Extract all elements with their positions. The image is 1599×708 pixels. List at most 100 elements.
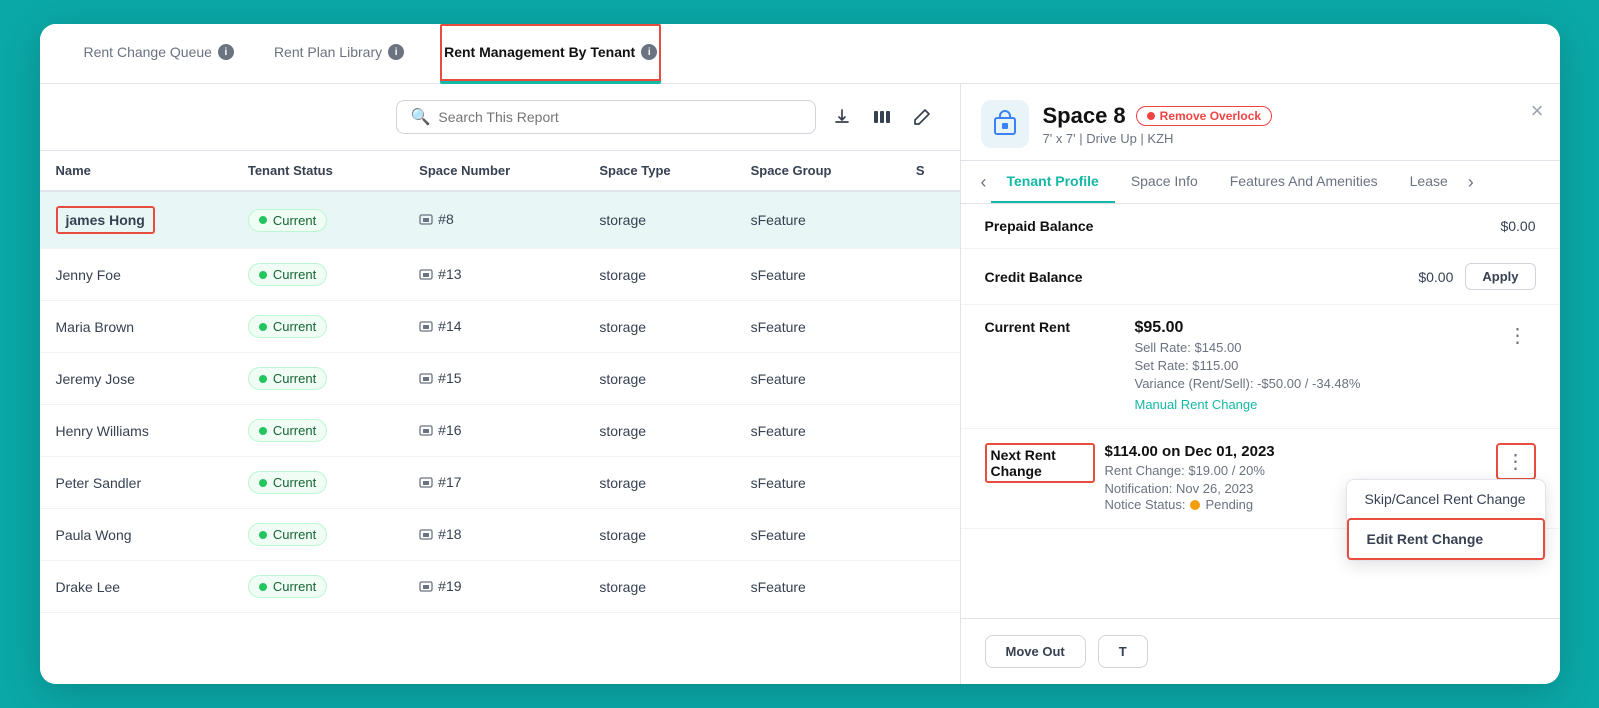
tab-management-info-icon[interactable]: i: [641, 44, 657, 60]
row-extra: [900, 509, 960, 561]
red-dot-icon: [1147, 112, 1155, 120]
yellow-dot-icon: [1190, 500, 1200, 510]
table-row[interactable]: Henry WilliamsCurrent#16storagesFeature: [40, 405, 960, 457]
panel-subtitle: 7' x 7' | Drive Up | KZH: [1043, 131, 1540, 146]
panel-title-row: Space 8 Remove Overlock: [1043, 103, 1540, 129]
next-rent-menu-button[interactable]: ⋮: [1496, 443, 1536, 480]
notice-status-label: Notice Status:: [1105, 497, 1186, 512]
tab-rent-change-queue[interactable]: Rent Change Queue i: [80, 24, 238, 84]
tab-features-amenities[interactable]: Features And Amenities: [1214, 161, 1394, 203]
table-row[interactable]: james HongCurrent#8storagesFeature: [40, 191, 960, 249]
table-row[interactable]: Maria BrownCurrent#14storagesFeature: [40, 301, 960, 353]
panel-header: Space 8 Remove Overlock 7' x 7' | Drive …: [961, 84, 1560, 161]
current-rent-menu-button[interactable]: ⋮: [1500, 319, 1536, 352]
row-extra: [900, 457, 960, 509]
apply-button[interactable]: Apply: [1465, 263, 1535, 290]
credit-balance-row: Credit Balance $0.00 Apply: [961, 249, 1560, 305]
col-header-extra: S: [900, 151, 960, 191]
table-row[interactable]: Jeremy JoseCurrent#15storagesFeature: [40, 353, 960, 405]
row-space-group: sFeature: [735, 509, 900, 561]
panel-content: Prepaid Balance $0.00 Credit Balance $0.…: [961, 204, 1560, 618]
move-out-button[interactable]: Move Out: [985, 635, 1086, 668]
col-header-status: Tenant Status: [232, 151, 403, 191]
manual-rent-change-link[interactable]: Manual Rent Change: [1135, 397, 1258, 412]
panel-space-name: Space 8: [1043, 103, 1126, 129]
credit-balance-value: $0.00: [1418, 269, 1453, 285]
next-rent-dropdown: Skip/Cancel Rent Change Edit Rent Change: [1346, 479, 1546, 561]
row-space-group: sFeature: [735, 353, 900, 405]
row-space-type: storage: [583, 457, 734, 509]
tab-library-info-icon[interactable]: i: [388, 44, 404, 60]
row-status: Current: [232, 457, 403, 509]
col-header-name: Name: [40, 151, 232, 191]
current-rent-label: Current Rent: [985, 319, 1125, 335]
row-space-group: sFeature: [735, 301, 900, 353]
current-rent-section: Current Rent $95.00 Sell Rate: $145.00 S…: [961, 305, 1560, 429]
table-row[interactable]: Peter SandlerCurrent#17storagesFeature: [40, 457, 960, 509]
next-rent-main: $114.00 on Dec 01, 2023: [1105, 443, 1486, 460]
tab-management-label: Rent Management By Tenant: [444, 44, 635, 60]
next-rent-change: Rent Change: $19.00 / 20%: [1105, 463, 1486, 478]
row-space-group: sFeature: [735, 249, 900, 301]
row-status: Current: [232, 191, 403, 249]
next-rent-change-section: Next RentChange $114.00 on Dec 01, 2023 …: [961, 429, 1560, 529]
table-row[interactable]: Jenny FoeCurrent#13storagesFeature: [40, 249, 960, 301]
row-space-type: storage: [583, 353, 734, 405]
extra-button[interactable]: T: [1098, 635, 1148, 668]
prepaid-balance-row: Prepaid Balance $0.00: [961, 204, 1560, 249]
table-row[interactable]: Drake LeeCurrent#19storagesFeature: [40, 561, 960, 613]
tab-rent-management[interactable]: Rent Management By Tenant i: [440, 24, 661, 84]
row-space-group: sFeature: [735, 457, 900, 509]
notice-status-value: Pending: [1205, 497, 1253, 512]
panel-tab-next[interactable]: ›: [1464, 166, 1478, 199]
row-space-group: sFeature: [735, 191, 900, 249]
tab-lease[interactable]: Lease: [1394, 161, 1464, 203]
content-area: 🔍 Name Te: [40, 84, 1560, 684]
row-extra: [900, 249, 960, 301]
row-name: Paula Wong: [40, 509, 232, 561]
row-status: Current: [232, 405, 403, 457]
panel-tab-prev[interactable]: ‹: [977, 166, 991, 199]
right-panel: Space 8 Remove Overlock 7' x 7' | Drive …: [960, 84, 1560, 684]
row-space-number: #14: [403, 301, 583, 353]
row-space-number: #18: [403, 509, 583, 561]
row-status: Current: [232, 249, 403, 301]
variance: Variance (Rent/Sell): -$50.00 / -34.48%: [1135, 376, 1490, 391]
row-space-number: #8: [403, 191, 583, 249]
tab-rent-plan-library[interactable]: Rent Plan Library i: [270, 24, 408, 84]
row-extra: [900, 301, 960, 353]
row-space-group: sFeature: [735, 561, 900, 613]
columns-button[interactable]: [868, 103, 896, 131]
row-extra: [900, 191, 960, 249]
next-rent-label: Next RentChange: [985, 443, 1095, 483]
main-container: Rent Change Queue i Rent Plan Library i …: [40, 24, 1560, 684]
prepaid-balance-label: Prepaid Balance: [985, 218, 1125, 234]
row-name: Peter Sandler: [40, 457, 232, 509]
close-panel-button[interactable]: ×: [1531, 98, 1544, 124]
row-space-number: #16: [403, 405, 583, 457]
row-extra: [900, 561, 960, 613]
tab-space-info[interactable]: Space Info: [1115, 161, 1214, 203]
search-input[interactable]: [438, 109, 800, 125]
tab-queue-info-icon[interactable]: i: [218, 44, 234, 60]
table-row[interactable]: Paula WongCurrent#18storagesFeature: [40, 509, 960, 561]
row-status: Current: [232, 301, 403, 353]
overlock-badge[interactable]: Remove Overlock: [1136, 106, 1272, 126]
col-header-space-type: Space Type: [583, 151, 734, 191]
edit-report-button[interactable]: [908, 103, 936, 131]
skip-cancel-item[interactable]: Skip/Cancel Rent Change: [1347, 480, 1545, 518]
edit-rent-change-item[interactable]: Edit Rent Change: [1347, 518, 1545, 560]
row-name: james Hong: [40, 191, 232, 249]
download-button[interactable]: [828, 103, 856, 131]
tab-library-label: Rent Plan Library: [274, 44, 382, 60]
row-space-type: storage: [583, 405, 734, 457]
data-table: Name Tenant Status Space Number Space Ty…: [40, 151, 960, 684]
panel-footer: Move Out T: [961, 618, 1560, 684]
row-status: Current: [232, 509, 403, 561]
space-icon: [981, 100, 1029, 148]
search-box-container: 🔍: [396, 100, 816, 134]
search-icon: 🔍: [411, 107, 431, 127]
overlock-label: Remove Overlock: [1160, 109, 1261, 123]
tabs-bar: Rent Change Queue i Rent Plan Library i …: [40, 24, 1560, 84]
tab-tenant-profile[interactable]: Tenant Profile: [991, 161, 1115, 203]
